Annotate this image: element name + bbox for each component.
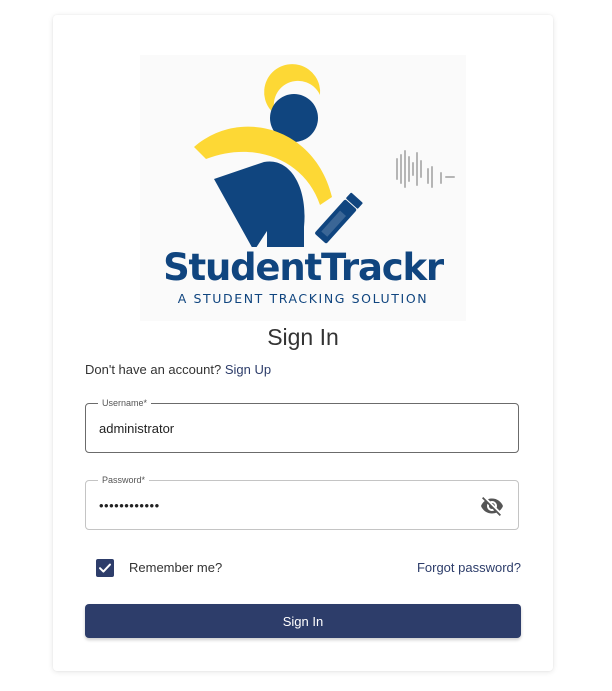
eye-off-icon[interactable] — [480, 494, 504, 518]
brand-name: StudentTrackr — [163, 246, 444, 289]
no-account-text: Don't have an account? — [85, 362, 222, 377]
username-field[interactable]: Username* — [85, 397, 519, 453]
brand-logo: StudentTrackr A STUDENT TRACKING SOLUTIO… — [140, 55, 466, 321]
page-title: Sign In — [267, 324, 339, 350]
sound-wave-icon — [396, 150, 455, 188]
remember-me-label[interactable]: Remember me? — [129, 559, 222, 577]
signin-card: StudentTrackr A STUDENT TRACKING SOLUTIO… — [53, 15, 553, 671]
student-figure-graphic — [194, 64, 455, 247]
signup-prompt: Don't have an account? Sign Up — [85, 361, 271, 379]
checkmark-icon — [99, 563, 111, 573]
forgot-password-link[interactable]: Forgot password? — [417, 559, 521, 577]
remember-me-checkbox[interactable] — [96, 559, 114, 577]
signup-link[interactable]: Sign Up — [225, 362, 271, 377]
brand-tagline: A STUDENT TRACKING SOLUTION — [177, 291, 429, 306]
username-input[interactable] — [99, 404, 459, 452]
password-field[interactable]: Password* — [85, 474, 519, 530]
signin-button[interactable]: Sign In — [85, 604, 521, 638]
password-input[interactable] — [99, 481, 459, 529]
